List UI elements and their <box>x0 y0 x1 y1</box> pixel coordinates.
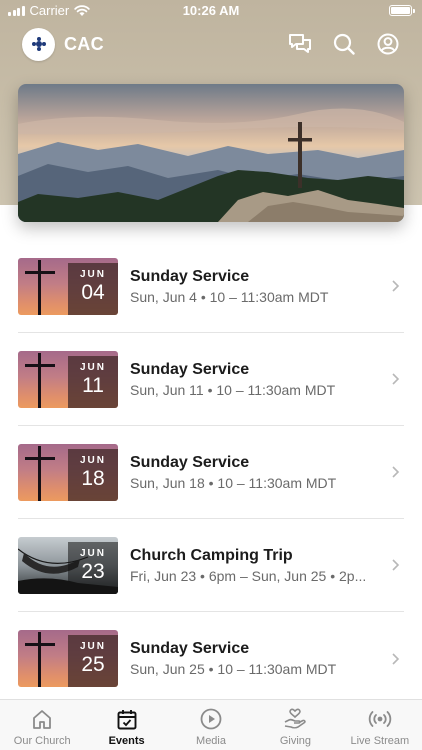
sunset-cross-thumbnail: JUN 04 <box>18 257 118 315</box>
chevron-right-icon <box>392 559 400 571</box>
tab-media[interactable]: Media <box>169 700 253 750</box>
giving-hand-icon <box>283 707 307 731</box>
event-subtitle: Fri, Jun 23 • 6pm – Sun, Jun 25 • 2p... <box>130 567 367 584</box>
tab-label: Giving <box>279 735 312 747</box>
event-subtitle: Sun, Jun 25 • 10 – 11:30am MDT <box>130 661 337 677</box>
logo-emblem-icon <box>31 37 46 51</box>
event-row[interactable]: JUN 25 Sunday Service Sun, Jun 25 • 10 –… <box>18 612 404 705</box>
events-list: JUN 04 Sunday Service Sun, Jun 4 • 10 – … <box>18 240 404 705</box>
event-row[interactable]: JUN 04 Sunday Service Sun, Jun 4 • 10 – … <box>18 240 404 333</box>
date-month: JUN <box>79 641 106 652</box>
tab-events[interactable]: Events <box>84 700 168 750</box>
event-title: Sunday Service <box>130 640 250 657</box>
date-month: JUN <box>79 547 106 559</box>
hammock-thumbnail: JUN 23 <box>18 536 118 594</box>
calendar-icon <box>115 707 139 731</box>
date-badge: JUN 04 <box>68 262 118 315</box>
event-row[interactable]: JUN 11 Sunday Service Sun, Jun 11 • 10 –… <box>18 333 404 426</box>
event-subtitle: Sun, Jun 4 • 10 – 11:30am MDT <box>130 288 329 305</box>
event-subtitle: Sun, Jun 18 • 10 – 11:30am MDT <box>130 474 337 491</box>
clock: 10:26 AM <box>182 3 240 18</box>
date-month: JUN <box>79 268 106 280</box>
date-month: JUN <box>79 361 106 373</box>
date-day: 23 <box>81 559 105 583</box>
tab-label: Our Church <box>13 735 71 747</box>
status-bar: Carrier 10:26 AM <box>0 0 422 22</box>
date-day: 25 <box>81 653 105 676</box>
chevron-right-icon <box>392 652 400 665</box>
date-badge: JUN 18 <box>68 448 118 501</box>
tab-label: Live Stream <box>350 735 410 747</box>
event-row[interactable]: JUN 23 Church Camping Trip Fri, Jun 23 •… <box>18 519 404 612</box>
app-header: CAC <box>22 26 400 62</box>
mountain-cross-image <box>18 84 404 222</box>
chat-icon[interactable] <box>288 32 312 56</box>
event-title: Sunday Service <box>130 453 250 471</box>
broadcast-icon <box>368 707 392 731</box>
event-title: Church Camping Trip <box>130 546 293 564</box>
tab-label: Events <box>108 735 145 747</box>
event-title: Sunday Service <box>130 267 250 285</box>
battery-icon <box>389 5 415 16</box>
app-title: CAC <box>64 33 104 54</box>
sunset-cross-thumbnail: JUN 18 <box>18 443 118 501</box>
date-month: JUN <box>79 454 106 466</box>
tab-live-stream[interactable]: Live Stream <box>338 700 422 750</box>
sunset-cross-thumbnail: JUN 25 <box>18 630 118 687</box>
event-row[interactable]: JUN 18 Sunday Service Sun, Jun 18 • 10 –… <box>18 426 404 519</box>
date-badge: JUN 11 <box>68 355 118 408</box>
sunset-cross-thumbnail: JUN 11 <box>18 350 118 408</box>
chevron-right-icon <box>392 466 400 478</box>
church-logo[interactable] <box>22 27 55 61</box>
tab-our-church[interactable]: Our Church <box>0 700 84 750</box>
profile-icon[interactable] <box>376 32 400 56</box>
date-badge: JUN 25 <box>68 635 118 687</box>
event-title: Sunday Service <box>130 360 250 378</box>
home-icon <box>30 707 54 731</box>
tab-giving[interactable]: Giving <box>253 700 337 750</box>
chevron-right-icon <box>392 373 400 385</box>
play-icon <box>199 707 223 731</box>
date-day: 04 <box>81 280 105 304</box>
chevron-right-icon <box>392 280 400 292</box>
search-icon[interactable] <box>332 32 356 56</box>
date-day: 18 <box>81 466 105 490</box>
event-subtitle: Sun, Jun 11 • 10 – 11:30am MDT <box>130 381 336 398</box>
date-day: 11 <box>82 373 104 397</box>
tab-label: Media <box>196 735 226 747</box>
tab-bar: Our Church Events Media Giving Live Stre… <box>0 699 422 750</box>
date-badge: JUN 23 <box>68 541 118 594</box>
hero-image[interactable] <box>18 84 404 222</box>
